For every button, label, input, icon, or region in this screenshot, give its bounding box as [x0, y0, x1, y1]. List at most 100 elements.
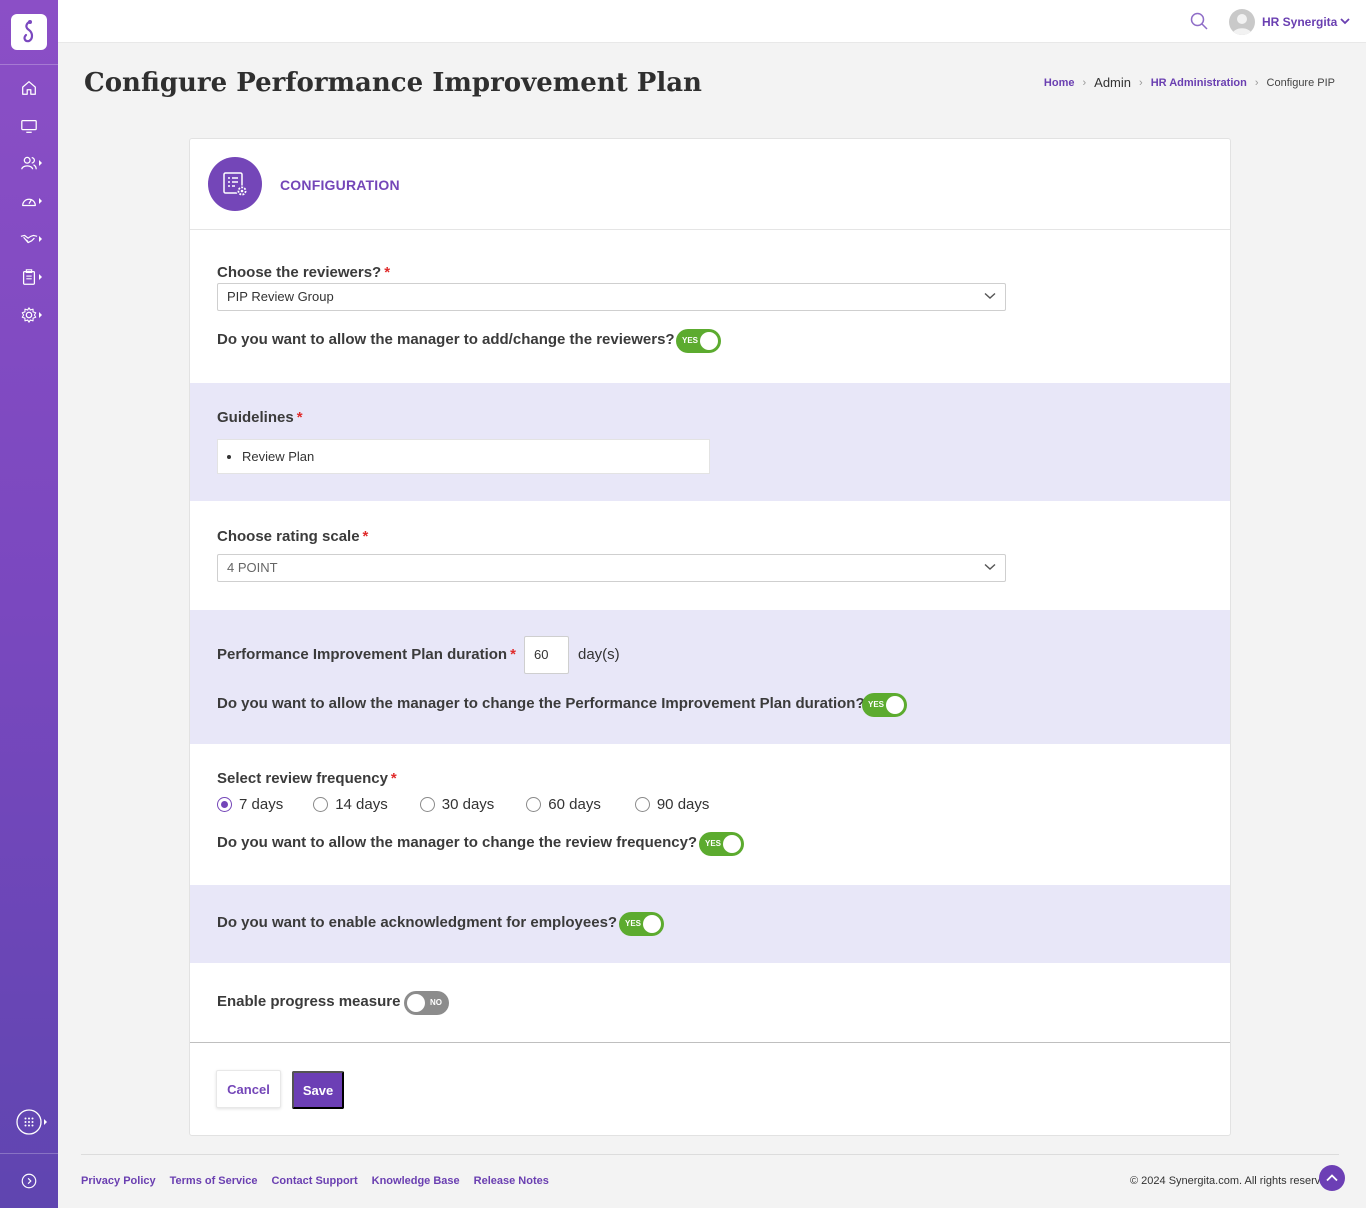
- toggle-knob: [407, 994, 425, 1012]
- acknowledgment-toggle[interactable]: YES: [619, 912, 664, 936]
- settings-icon: [21, 307, 37, 323]
- card-header: CONFIGURATION: [190, 139, 1230, 230]
- submenu-caret-icon: [44, 1119, 47, 1125]
- synergita-logo[interactable]: [11, 14, 47, 50]
- breadcrumb-admin: Admin: [1094, 75, 1132, 90]
- frequency-section: Select review frequency * 7 days 14 days …: [190, 744, 1230, 885]
- nav-apps[interactable]: [0, 1107, 58, 1137]
- rating-scale-label: Choose rating scale *: [217, 528, 369, 545]
- reviewers-selected-value: PIP Review Group: [227, 289, 334, 304]
- save-button[interactable]: Save: [292, 1071, 344, 1109]
- guidelines-label: Guidelines *: [217, 409, 303, 426]
- allow-change-duration-toggle[interactable]: YES: [862, 693, 907, 717]
- frequency-option-90[interactable]: 90 days: [634, 796, 709, 813]
- expand-arrow-icon: [21, 1173, 37, 1189]
- user-name[interactable]: HR Synergita: [1262, 15, 1337, 29]
- footer-link-release[interactable]: Release Notes: [474, 1175, 549, 1187]
- progress-measure-label: Enable progress measure: [217, 993, 401, 1010]
- toggle-knob: [723, 835, 741, 853]
- footer-links: Privacy Policy Terms of Service Contact …: [81, 1175, 563, 1187]
- footer-link-privacy[interactable]: Privacy Policy: [81, 1175, 156, 1187]
- radio-unchecked-icon: [634, 797, 650, 812]
- allow-change-reviewers-toggle[interactable]: YES: [676, 329, 721, 353]
- chevron-down-icon: [984, 292, 996, 299]
- duration-label: Performance Improvement Plan duration *: [217, 646, 516, 663]
- footer-divider: [81, 1154, 1339, 1155]
- nav-dashboard[interactable]: [0, 186, 58, 216]
- rating-scale-select[interactable]: 4 POINT: [217, 554, 1006, 582]
- topbar: HR Synergita: [58, 0, 1366, 43]
- sidebar-divider: [0, 1153, 58, 1154]
- page-title: Configure Performance Improvement Plan: [84, 68, 702, 98]
- toggle-knob: [886, 696, 904, 714]
- allow-change-reviewers-label: Do you want to allow the manager to add/…: [217, 331, 675, 348]
- radio-unchecked-icon: [526, 797, 542, 812]
- footer-link-knowledge[interactable]: Knowledge Base: [372, 1175, 460, 1187]
- chevron-right-icon: ›: [1139, 76, 1143, 89]
- breadcrumb-hr-admin[interactable]: HR Administration: [1151, 77, 1247, 89]
- submenu-caret-icon: [39, 312, 42, 318]
- duration-unit: day(s): [578, 646, 620, 663]
- toggle-knob: [700, 332, 718, 350]
- frequency-label: Select review frequency *: [217, 770, 397, 787]
- cancel-button[interactable]: Cancel: [216, 1070, 281, 1108]
- nav-users[interactable]: [0, 148, 58, 178]
- footer-link-support[interactable]: Contact Support: [271, 1175, 357, 1187]
- avatar[interactable]: [1229, 9, 1255, 35]
- chevron-right-icon: ›: [1254, 76, 1259, 89]
- nav-expand[interactable]: [0, 1166, 58, 1196]
- radio-unchecked-icon: [313, 797, 329, 812]
- apps-grid-icon: [16, 1109, 42, 1135]
- guidelines-editor[interactable]: Review Plan: [217, 439, 710, 474]
- submenu-caret-icon: [39, 274, 42, 280]
- users-icon: [21, 156, 37, 170]
- copyright: © 2024 Synergita.com. All rights reserve…: [1130, 1175, 1320, 1187]
- reviewers-section: Choose the reviewers? * PIP Review Group …: [190, 230, 1230, 383]
- nav-settings[interactable]: [0, 300, 58, 330]
- submenu-caret-icon: [39, 198, 42, 204]
- dashboard-gauge-icon: [22, 198, 36, 207]
- reviewers-select[interactable]: PIP Review Group: [217, 283, 1006, 311]
- monitor-icon: [21, 119, 37, 133]
- frequency-option-30[interactable]: 30 days: [419, 796, 494, 813]
- nav-handshake[interactable]: [0, 224, 58, 254]
- nav-home[interactable]: [0, 73, 58, 103]
- reviewers-label: Choose the reviewers? *: [217, 264, 391, 281]
- home-icon: [22, 81, 36, 95]
- allow-change-frequency-toggle[interactable]: YES: [699, 832, 744, 856]
- acknowledgment-section: Do you want to enable acknowledgment for…: [190, 885, 1230, 963]
- scroll-to-top-button[interactable]: [1319, 1165, 1345, 1191]
- breadcrumb-home[interactable]: Home: [1044, 77, 1075, 89]
- frequency-option-14[interactable]: 14 days: [313, 796, 388, 813]
- breadcrumb: Home › Admin › HR Administration › Confi…: [1044, 75, 1335, 90]
- logo-icon: [23, 20, 34, 43]
- chevron-down-icon[interactable]: [1339, 16, 1351, 26]
- toggle-knob: [643, 915, 661, 933]
- radio-checked-icon: [217, 797, 232, 812]
- sidebar: [0, 0, 58, 1208]
- progress-measure-toggle[interactable]: NO: [404, 991, 449, 1015]
- submenu-caret-icon: [39, 236, 42, 242]
- footer-link-terms[interactable]: Terms of Service: [170, 1175, 258, 1187]
- chevron-right-icon: ›: [1082, 76, 1087, 89]
- frequency-option-7[interactable]: 7 days: [217, 796, 283, 813]
- guidelines-section: Guidelines* Review Plan: [190, 383, 1230, 501]
- nav-monitor[interactable]: [0, 111, 58, 141]
- card-title: CONFIGURATION: [280, 177, 400, 193]
- progress-section: Enable progress measure NO: [190, 963, 1230, 1042]
- allow-change-duration-label: Do you want to allow the manager to chan…: [217, 695, 865, 712]
- rating-scale-section: Choose rating scale * 4 POINT: [190, 501, 1230, 610]
- user-avatar-icon: [1232, 14, 1252, 35]
- configuration-card: CONFIGURATION Choose the reviewers? * PIP…: [189, 138, 1231, 1136]
- rating-scale-selected-value: 4 POINT: [227, 560, 278, 575]
- allow-change-frequency-label: Do you want to allow the manager to chan…: [217, 834, 698, 851]
- frequency-radio-group: 7 days 14 days 30 days 60 days 90 days: [217, 796, 739, 813]
- nav-clipboard[interactable]: [0, 262, 58, 292]
- duration-input[interactable]: 60: [524, 636, 569, 674]
- search-icon[interactable]: [1189, 11, 1209, 31]
- radio-unchecked-icon: [419, 797, 435, 812]
- configuration-settings-icon: [208, 157, 262, 211]
- frequency-option-60[interactable]: 60 days: [526, 796, 601, 813]
- clipboard-icon: [22, 269, 36, 285]
- chevron-down-icon: [984, 563, 996, 570]
